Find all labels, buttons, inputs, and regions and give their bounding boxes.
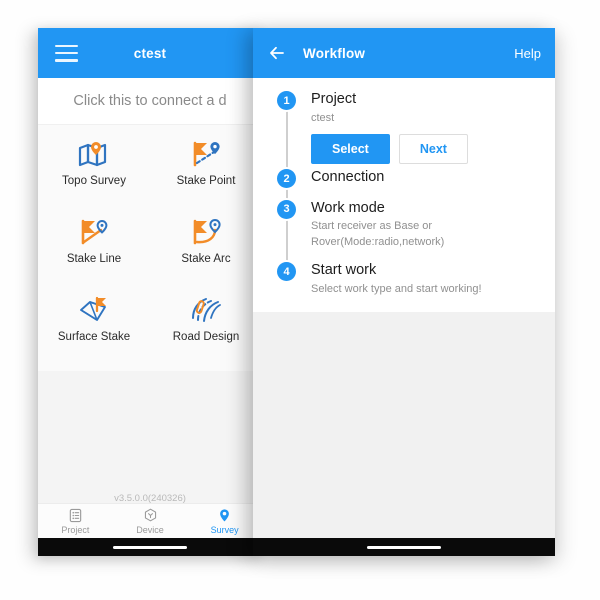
tab-label: Device (136, 524, 164, 535)
right-system-nav-bar (253, 538, 555, 556)
left-app-bar: ctest (38, 28, 262, 78)
tile-road-design[interactable]: Road Design (150, 291, 262, 357)
list-document-icon (68, 508, 83, 524)
tile-topo-survey[interactable]: Topo Survey (38, 135, 150, 201)
next-button[interactable]: Next (398, 133, 468, 164)
step-title: Project (311, 91, 357, 107)
left-system-nav-bar (38, 538, 262, 556)
hamburger-icon[interactable] (55, 44, 78, 62)
project-actions: Select Next (311, 133, 555, 164)
tab-project[interactable]: Project (38, 508, 113, 535)
back-arrow-icon[interactable] (267, 43, 287, 63)
tile-label: Stake Point (176, 175, 236, 187)
tab-device[interactable]: Device (113, 508, 188, 535)
step-subtitle: Start receiver as Base or Rover(Mode:rad… (311, 220, 445, 249)
surface-flag-icon (77, 291, 111, 329)
tile-stake-line[interactable]: Stake Line (38, 213, 150, 279)
tile-label: Topo Survey (62, 175, 126, 187)
home-indicator[interactable] (113, 545, 187, 549)
step-number-badge: 2 (277, 169, 296, 188)
right-phone-body: 1 Project ctest Select Next 2 Connection (253, 78, 555, 556)
tile-label: Stake Arc (181, 253, 231, 265)
connect-device-text: Click this to connect a d (73, 93, 227, 109)
right-app-bar: Workflow Help (253, 28, 555, 78)
screenshot-canvas: ctest Click this to connect a d Topo Sur… (0, 0, 600, 600)
left-phone-body: Click this to connect a d Topo Survey St… (38, 78, 262, 556)
workflow-card: 1 Project ctest Select Next 2 Connection (253, 78, 555, 312)
hexagon-antenna-icon (143, 508, 158, 524)
home-indicator[interactable] (367, 545, 441, 549)
step-number-badge: 1 (277, 91, 296, 110)
tile-stake-arc[interactable]: Stake Arc (150, 213, 262, 279)
right-phone-screen: Workflow Help 1 Project ctest Select Nex… (253, 28, 555, 556)
help-button[interactable]: Help (514, 46, 541, 61)
workflow-step-project[interactable]: 1 Project ctest Select Next (277, 90, 555, 164)
step-subtitle: ctest (311, 111, 335, 124)
workflow-step-work-mode[interactable]: 3 Work mode Start receiver as Base or Ro… (277, 199, 555, 251)
tile-label: Surface Stake (57, 331, 131, 343)
flag-dashed-pin-icon (189, 135, 223, 173)
workflow-step-start-work[interactable]: 4 Start work Select work type and start … (277, 261, 555, 298)
right-app-title: Workflow (303, 45, 366, 61)
tile-stake-point[interactable]: Stake Point (150, 135, 262, 201)
workflow-step-connection[interactable]: 2 Connection (277, 168, 555, 188)
step-title: Start work (311, 262, 377, 278)
step-number-badge: 4 (277, 262, 296, 281)
survey-function-grid: Topo Survey Stake Point Stake Line Stake… (38, 125, 262, 371)
step-subtitle: Select work type and start working! (311, 282, 482, 295)
tile-label: Stake Line (66, 253, 122, 265)
tab-label: Survey (210, 524, 239, 535)
tab-label: Project (61, 524, 90, 535)
workflow-step-list: 1 Project ctest Select Next 2 Connection (253, 90, 555, 298)
select-button[interactable]: Select (311, 133, 390, 164)
road-curves-icon (189, 291, 223, 329)
flag-arc-pin-icon (189, 213, 223, 251)
step-number-badge: 3 (277, 199, 296, 219)
map-pin-icon (77, 135, 111, 173)
bottom-tab-bar: Project Device Survey (38, 503, 262, 538)
left-phone-screen: ctest Click this to connect a d Topo Sur… (38, 28, 262, 556)
location-pin-icon (217, 508, 232, 524)
tile-label: Road Design (172, 331, 240, 343)
tile-surface-stake[interactable]: Surface Stake (38, 291, 150, 357)
flag-line-pin-icon (77, 213, 111, 251)
step-title: Work mode (311, 199, 385, 216)
tab-survey[interactable]: Survey (187, 508, 262, 535)
connect-device-banner[interactable]: Click this to connect a d (38, 78, 262, 125)
step-title: Connection (311, 169, 385, 185)
